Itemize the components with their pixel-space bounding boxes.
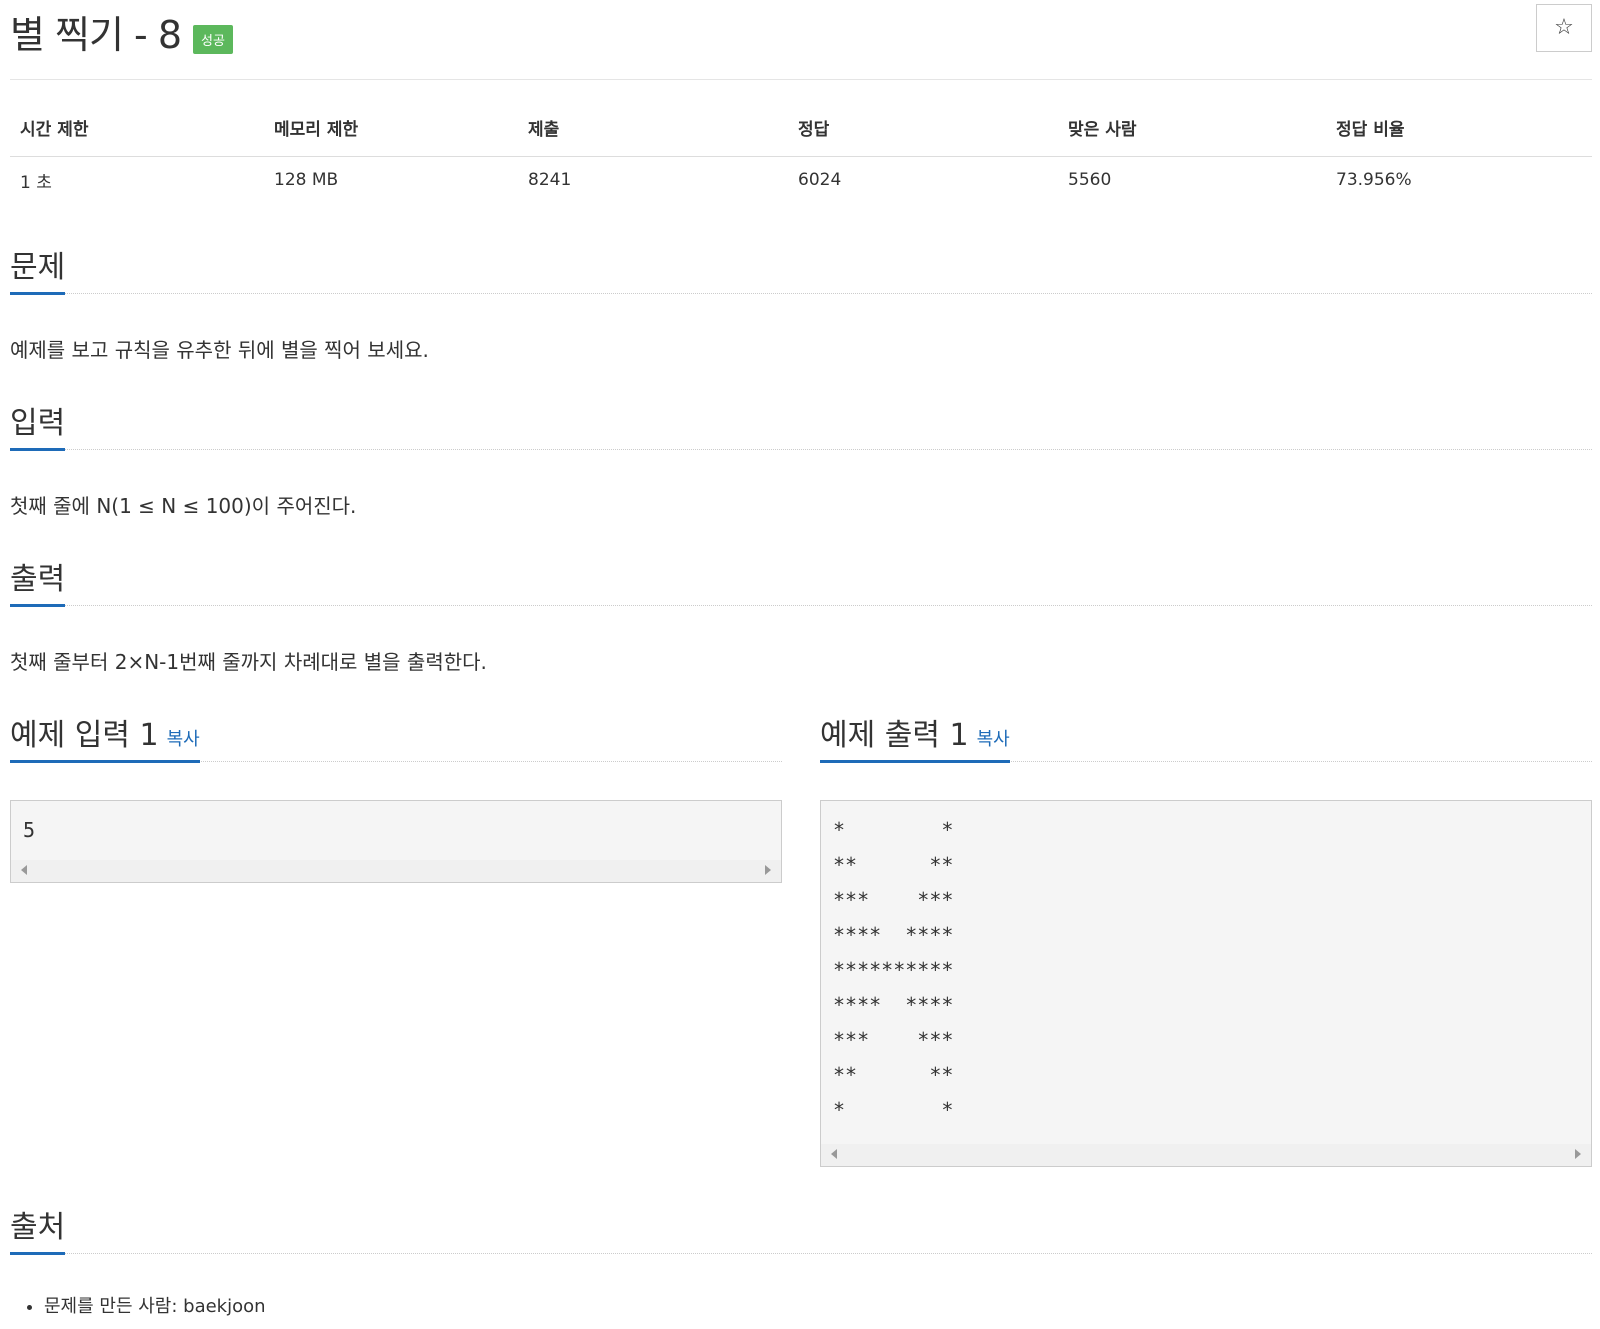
sample-output-line: **** **** [833, 993, 954, 1017]
header-accepted: 정답 [788, 100, 1058, 157]
sample-output-scrollbar[interactable] [821, 1144, 1591, 1166]
value-submissions: 8241 [528, 170, 572, 191]
value-solved-users: 5560 [1068, 170, 1112, 191]
problem-description-header: 문제 [10, 242, 1592, 295]
output-header: 출력 [10, 554, 1592, 607]
header-accept-ratio: 정답 비율 [1326, 100, 1592, 157]
sample-output-heading: 예제 출력 1 복사 [820, 710, 1010, 763]
sample-output-line: * * [833, 818, 954, 842]
sample-output-line: ** ** [833, 1063, 954, 1087]
copy-sample-output-button[interactable]: 복사 [977, 729, 1010, 750]
scroll-right-arrow-icon[interactable] [1575, 1149, 1581, 1159]
source-list: 문제를 만든 사람: baekjoon [44, 1292, 266, 1318]
favorite-star-button[interactable]: ☆ [1536, 4, 1592, 52]
sample-output-line: **** **** [833, 923, 954, 947]
sample-output-header: 예제 출력 1 복사 [820, 710, 1592, 763]
header-memory-limit: 메모리 제한 [264, 100, 518, 157]
scroll-left-arrow-icon[interactable] [21, 865, 27, 875]
source-header: 출처 [10, 1202, 1592, 1255]
problem-description-text: 예제를 보고 규칙을 유추한 뒤에 별을 찍어 보세요. [10, 338, 429, 362]
sample-input-line: 5 [23, 818, 36, 842]
sample-output-line: *** *** [833, 1028, 954, 1052]
sample-input-box[interactable]: 5 [10, 800, 782, 883]
sample-input-header: 예제 입력 1 복사 [10, 710, 782, 763]
value-time-limit: 1 초 [20, 172, 52, 193]
sample-output-box[interactable]: * * ** ** *** *** **** **** ********** *… [820, 800, 1592, 1167]
sample-output-line: *** *** [833, 888, 954, 912]
source-heading: 출처 [10, 1202, 66, 1255]
sample-input-heading-text: 예제 입력 1 [10, 718, 159, 753]
info-value-row: 1 초 128 MB 8241 6024 5560 73.956% [10, 156, 1592, 204]
output-description-text: 첫째 줄부터 2×N-1번째 줄까지 차례대로 별을 출력한다. [10, 650, 487, 674]
value-accept-ratio: 73.956% [1336, 170, 1412, 191]
page-title: 별 찍기 - 8 [10, 13, 182, 57]
scroll-right-arrow-icon[interactable] [765, 865, 771, 875]
sample-output-line: ** ** [833, 853, 954, 877]
output-heading: 출력 [10, 554, 66, 607]
value-memory-limit: 128 MB [274, 170, 339, 191]
star-icon: ☆ [1554, 15, 1574, 40]
sample-output-heading-text: 예제 출력 1 [820, 718, 969, 753]
title-wrap: 별 찍기 - 8 성공 [10, 4, 233, 59]
problem-info-table: 시간 제한 메모리 제한 제출 정답 맞은 사람 정답 비율 1 초 128 M… [10, 100, 1592, 204]
input-heading: 입력 [10, 398, 66, 451]
info-header-row: 시간 제한 메모리 제한 제출 정답 맞은 사람 정답 비율 [10, 100, 1592, 157]
header-solved-users: 맞은 사람 [1058, 100, 1326, 157]
source-list-item: 문제를 만든 사람: baekjoon [44, 1292, 266, 1318]
sample-output-line: ********** [833, 958, 954, 982]
sample-output-line: * * [833, 1098, 954, 1122]
sample-input-heading: 예제 입력 1 복사 [10, 710, 200, 763]
scroll-left-arrow-icon[interactable] [831, 1149, 837, 1159]
copy-sample-input-button[interactable]: 복사 [167, 729, 200, 750]
problem-description-heading: 문제 [10, 242, 66, 295]
header-time-limit: 시간 제한 [10, 100, 264, 157]
input-description-text: 첫째 줄에 N(1 ≤ N ≤ 100)이 주어진다. [10, 494, 357, 518]
sample-input-scrollbar[interactable] [11, 860, 781, 882]
value-accepted: 6024 [798, 170, 842, 191]
sample-input-content: 5 [11, 801, 781, 852]
input-header: 입력 [10, 398, 1592, 451]
sample-output-content: * * ** ** *** *** **** **** ********** *… [821, 801, 1591, 1132]
problem-header: 별 찍기 - 8 성공 ☆ [10, 0, 1592, 80]
header-submissions: 제출 [518, 100, 788, 157]
status-badge: 성공 [193, 25, 233, 54]
